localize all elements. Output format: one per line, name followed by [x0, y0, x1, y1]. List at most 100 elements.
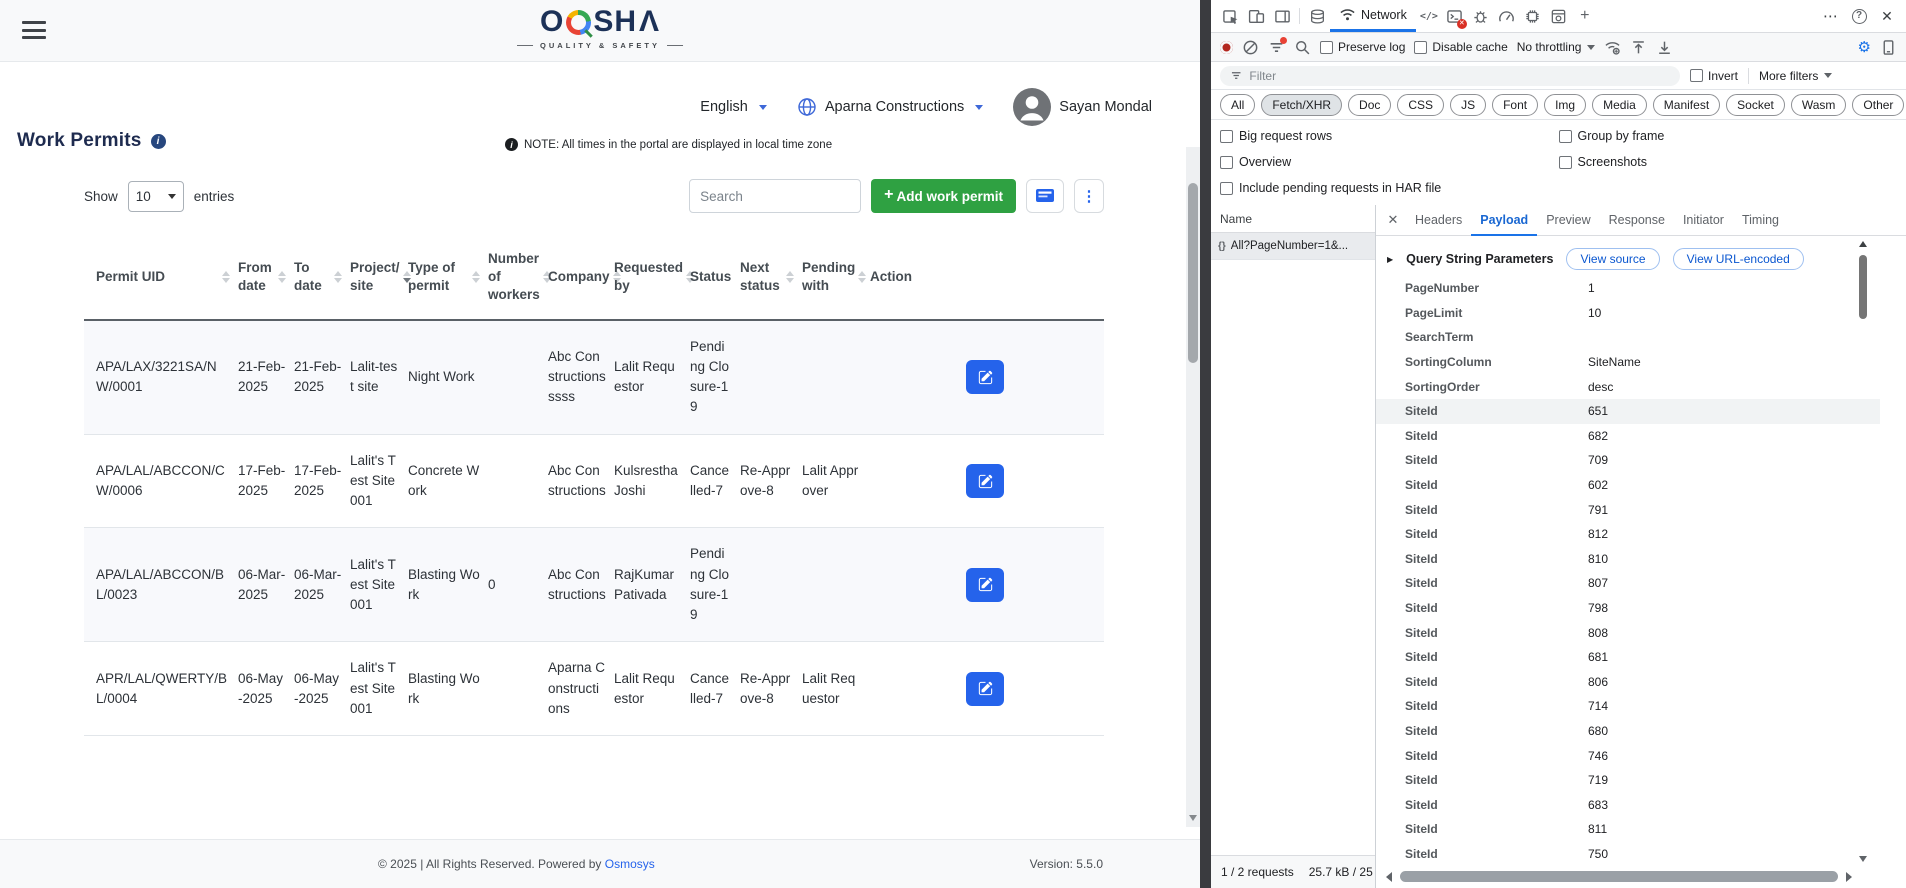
column-header[interactable]: Pending with	[798, 236, 866, 320]
storage-panel-icon[interactable]	[1304, 0, 1330, 32]
detail-tab[interactable]: Payload	[1471, 205, 1537, 236]
edit-permit-button[interactable]	[966, 568, 1004, 602]
memory-panel-icon[interactable]	[1520, 0, 1546, 32]
scrollbar-thumb[interactable]	[1400, 871, 1838, 882]
edit-permit-button[interactable]	[966, 464, 1004, 498]
checkbox[interactable]	[1220, 182, 1233, 195]
filter-field[interactable]	[1220, 66, 1680, 86]
request-type-chip[interactable]: JS	[1450, 94, 1486, 116]
page-scrollbar[interactable]	[1186, 147, 1200, 827]
payload-h-scrollbar[interactable]	[1386, 870, 1852, 883]
user-menu[interactable]: Sayan Mondal	[1013, 88, 1152, 126]
checkbox[interactable]	[1220, 130, 1233, 143]
close-devtools-icon[interactable]: ✕	[1874, 0, 1900, 32]
detail-tab[interactable]: Headers	[1406, 205, 1471, 236]
detail-tab[interactable]: Timing	[1733, 205, 1788, 236]
scrollbar-thumb[interactable]	[1859, 255, 1867, 319]
filter-icon[interactable]	[1268, 39, 1285, 56]
checkbox[interactable]	[1559, 130, 1572, 143]
checkbox[interactable]	[1414, 41, 1427, 54]
network-option-checkbox[interactable]: Include pending requests in HAR file	[1220, 175, 1559, 201]
detail-tab[interactable]: Response	[1600, 205, 1674, 236]
network-option-checkbox[interactable]: Screenshots	[1559, 149, 1898, 175]
checkbox[interactable]	[1690, 69, 1703, 82]
request-type-chip[interactable]: All	[1220, 94, 1255, 116]
hamburger-menu-icon[interactable]	[22, 21, 46, 44]
network-option-checkbox[interactable]: Group by frame	[1559, 123, 1898, 149]
request-type-chip[interactable]: Font	[1492, 94, 1538, 116]
expand-marker-icon[interactable]: ▶	[1387, 255, 1393, 264]
request-type-chip[interactable]: Wasm	[1791, 94, 1847, 116]
view-url-encoded-button[interactable]: View URL-encoded	[1673, 248, 1804, 270]
search-icon[interactable]	[1294, 39, 1311, 56]
performance-panel-icon[interactable]	[1494, 0, 1520, 32]
disable-cache-checkbox[interactable]: Disable cache	[1414, 40, 1507, 54]
device-frame-icon[interactable]	[1880, 39, 1897, 56]
column-header[interactable]: From date	[234, 236, 290, 320]
column-header[interactable]: Permit UID	[84, 236, 234, 320]
sources-panel-icon[interactable]: </>	[1416, 0, 1442, 32]
language-select[interactable]: English	[700, 99, 767, 115]
add-work-permit-button[interactable]: + Add work permit	[871, 179, 1016, 213]
record-icon[interactable]	[1220, 41, 1233, 54]
network-conditions-icon[interactable]	[1604, 39, 1621, 56]
table-view-button[interactable]	[1026, 179, 1064, 213]
column-header[interactable]: Action	[866, 236, 1104, 320]
column-header[interactable]: Number of workers	[484, 236, 544, 320]
name-column-header[interactable]: Name	[1211, 205, 1375, 233]
more-filters-button[interactable]: More filters	[1759, 69, 1832, 83]
column-header[interactable]: Type of permit	[404, 236, 484, 320]
devtools-divider[interactable]	[1200, 0, 1211, 888]
more-options-icon[interactable]: ⋯	[1818, 0, 1844, 32]
detail-tab[interactable]: Initiator	[1674, 205, 1733, 236]
search-input[interactable]	[689, 179, 861, 213]
request-type-chip[interactable]: Media	[1592, 94, 1647, 116]
scroll-up-arrow-icon[interactable]	[1859, 241, 1867, 247]
request-type-chip[interactable]: Manifest	[1653, 94, 1720, 116]
request-type-chip[interactable]: Socket	[1726, 94, 1785, 116]
close-detail-icon[interactable]: ✕	[1380, 212, 1406, 228]
info-icon[interactable]: i	[151, 134, 166, 149]
invert-checkbox[interactable]: Invert	[1690, 69, 1738, 83]
view-source-button[interactable]: View source	[1566, 248, 1659, 270]
column-header[interactable]: Next status	[736, 236, 798, 320]
checkbox[interactable]	[1220, 156, 1233, 169]
more-tabs-icon[interactable]: +	[1572, 0, 1598, 32]
column-header[interactable]: Project/ site	[346, 236, 404, 320]
debugger-bug-icon[interactable]	[1468, 0, 1494, 32]
dock-side-icon[interactable]	[1269, 0, 1295, 32]
page-size-select[interactable]: 10	[128, 181, 184, 212]
clear-icon[interactable]	[1242, 39, 1259, 56]
scroll-down-arrow-icon[interactable]	[1859, 856, 1867, 862]
checkbox[interactable]	[1320, 41, 1333, 54]
inspect-icon[interactable]	[1217, 0, 1243, 32]
column-header[interactable]: Status	[686, 236, 736, 320]
section-title[interactable]: Query String Parameters	[1406, 252, 1553, 266]
request-type-chip[interactable]: Img	[1544, 94, 1586, 116]
preserve-log-checkbox[interactable]: Preserve log	[1320, 40, 1405, 54]
column-header[interactable]: Requested by	[610, 236, 686, 320]
detail-tab[interactable]: Preview	[1537, 205, 1599, 236]
filter-input[interactable]	[1249, 69, 1670, 83]
edit-permit-button[interactable]	[966, 360, 1004, 394]
checkbox[interactable]	[1559, 156, 1572, 169]
scrollbar-thumb[interactable]	[1188, 183, 1198, 363]
scroll-left-arrow-icon[interactable]	[1386, 872, 1392, 882]
request-item[interactable]: {} All?PageNumber=1&...	[1211, 233, 1375, 260]
network-option-checkbox[interactable]: Overview	[1220, 149, 1559, 175]
company-select[interactable]: Aparna Constructions	[797, 97, 983, 117]
throttling-select[interactable]: No throttling	[1517, 40, 1596, 54]
request-type-chip[interactable]: Doc	[1348, 94, 1391, 116]
kebab-menu-button[interactable]: ⋮	[1074, 179, 1104, 213]
column-header[interactable]: To date	[290, 236, 346, 320]
edit-permit-button[interactable]	[966, 672, 1004, 706]
tab-network[interactable]: Network	[1330, 0, 1416, 32]
payload-scrollbar[interactable]	[1858, 241, 1868, 858]
network-option-checkbox[interactable]: Big request rows	[1220, 123, 1559, 149]
settings-gear-icon[interactable]: ⚙	[1858, 38, 1871, 56]
scroll-right-arrow-icon[interactable]	[1846, 872, 1852, 882]
application-panel-icon[interactable]	[1546, 0, 1572, 32]
import-har-icon[interactable]	[1630, 39, 1647, 56]
column-header[interactable]: Company	[544, 236, 610, 320]
export-har-icon[interactable]	[1656, 39, 1673, 56]
